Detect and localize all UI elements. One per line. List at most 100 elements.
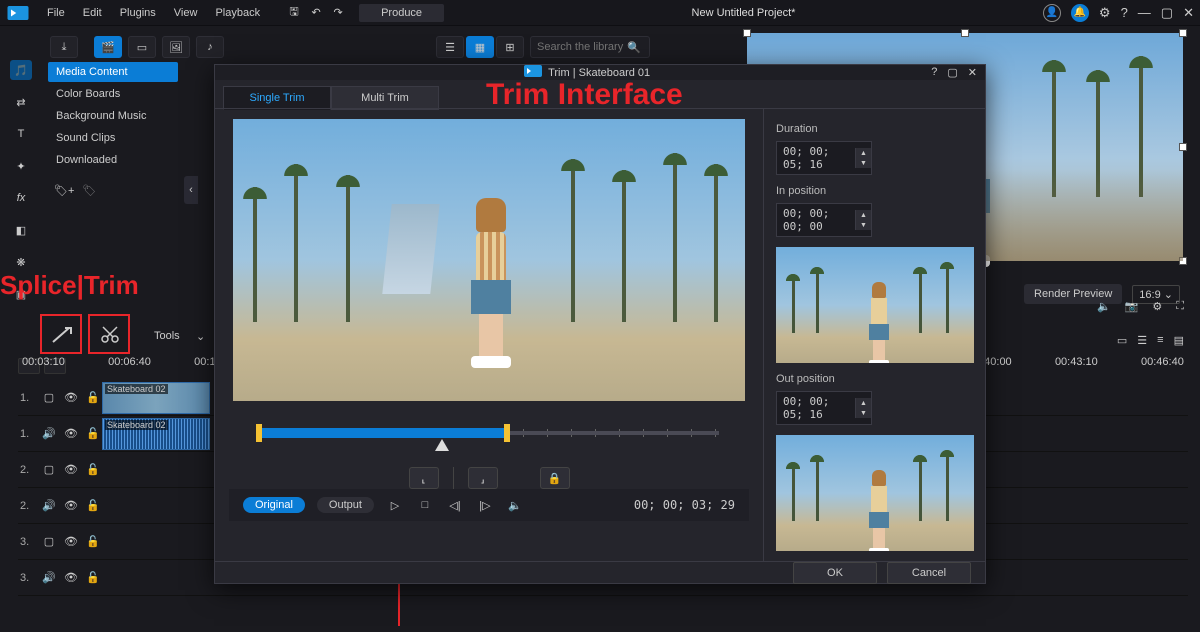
collapse-panel-icon[interactable]: ‹ (184, 176, 198, 204)
play-icon[interactable]: ▷ (386, 499, 404, 512)
clip-audio-1[interactable]: Skateboard 02 (102, 418, 210, 450)
lock-icon[interactable]: 🔓 (86, 463, 100, 476)
preview-settings-icon[interactable]: ⚙ (1152, 300, 1162, 313)
eye-icon[interactable]: 👁 (64, 535, 78, 548)
dialog-help-icon[interactable]: ? (931, 66, 937, 79)
room-effect-icon[interactable]: ✦ (10, 156, 32, 176)
ok-button[interactable]: OK (793, 562, 877, 584)
lock-icon[interactable]: 🔓 (86, 571, 100, 584)
in-position-field[interactable]: 00; 00; 00; 00 ▲▼ (776, 203, 872, 237)
tab-multi-trim[interactable]: Multi Trim (331, 86, 439, 110)
close-icon[interactable]: ✕ (1183, 5, 1194, 21)
room-particle-icon[interactable]: ❋ (10, 252, 32, 272)
view-detail-icon[interactable]: ⊞ (496, 36, 524, 58)
room-media-icon[interactable]: 🎵 (10, 60, 32, 80)
prev-frame-icon[interactable]: ◁| (446, 499, 464, 512)
category-background-music[interactable]: Background Music (48, 106, 178, 126)
menu-playback[interactable]: Playback (206, 7, 269, 19)
minimize-icon[interactable]: — (1138, 5, 1151, 20)
menu-plugins[interactable]: Plugins (111, 7, 165, 19)
maximize-icon[interactable]: ▢ (1161, 5, 1173, 21)
tab-single-trim[interactable]: Single Trim (223, 86, 331, 110)
tools-chevron-icon[interactable]: ⌄ (196, 330, 205, 343)
trim-tool-icon[interactable] (96, 322, 124, 346)
save-icon[interactable]: 🖫 (283, 3, 305, 22)
eye-icon[interactable]: 👁 (64, 391, 78, 404)
trim-range[interactable] (259, 428, 507, 438)
undo-icon[interactable]: ↶ (305, 6, 327, 19)
spin-down-icon[interactable]: ▼ (855, 408, 871, 418)
search-input[interactable] (537, 41, 627, 53)
dialog-maximize-icon[interactable]: ▢ (947, 66, 957, 79)
track-view-1-icon[interactable]: ▭ (1117, 334, 1127, 347)
lock-icon[interactable]: 🔓 (86, 391, 100, 404)
category-sound-clips[interactable]: Sound Clips (48, 128, 178, 148)
duration-field[interactable]: 00; 00; 05; 16 ▲▼ (776, 141, 872, 175)
search-icon[interactable]: 🔍 (627, 41, 641, 54)
view-list-icon[interactable]: ☰ (436, 36, 464, 58)
redo-icon[interactable]: ↷ (327, 6, 349, 19)
filter-media-icon[interactable]: 🎬 (94, 36, 122, 58)
lock-icon[interactable]: 🔓 (86, 427, 100, 440)
category-color-boards[interactable]: Color Boards (48, 84, 178, 104)
room-transition-icon[interactable]: ⇄ (10, 92, 32, 112)
snapshot-icon[interactable]: 📷 (1125, 300, 1139, 313)
menu-edit[interactable]: Edit (74, 7, 111, 19)
room-title-icon[interactable]: T (10, 124, 32, 144)
import-icon[interactable]: ⤓ (50, 36, 78, 58)
account-icon[interactable]: 👤 (1043, 4, 1061, 22)
spin-up-icon[interactable]: ▲ (855, 398, 871, 408)
produce-button[interactable]: Produce (359, 4, 444, 22)
out-handle[interactable] (504, 424, 510, 442)
tag-manage-icon[interactable]: 🏷 (82, 184, 96, 197)
cancel-button[interactable]: Cancel (887, 562, 971, 584)
dialog-close-icon[interactable]: ✕ (968, 66, 977, 79)
trim-preview[interactable] (233, 119, 745, 401)
eye-icon[interactable]: 👁 (64, 463, 78, 476)
out-position-field[interactable]: 00; 00; 05; 16 ▲▼ (776, 391, 872, 425)
tools-dropdown[interactable]: Tools (154, 330, 180, 342)
eye-icon[interactable]: 👁 (64, 427, 78, 440)
volume-icon[interactable]: 🔈 (1097, 300, 1111, 313)
spin-up-icon[interactable]: ▲ (855, 148, 871, 158)
mark-out-icon[interactable]: ⸥ (468, 467, 498, 489)
splice-tool-icon[interactable] (48, 322, 76, 346)
clip-video-1[interactable]: Skateboard 02 (102, 382, 210, 414)
view-grid-icon[interactable]: ▦ (466, 36, 494, 58)
menu-file[interactable]: File (38, 7, 74, 19)
lock-duration-icon[interactable]: 🔒 (540, 467, 570, 489)
stop-icon[interactable]: □ (416, 499, 434, 511)
eye-icon[interactable]: 👁 (64, 499, 78, 512)
filter-audio-icon[interactable]: ♪ (196, 36, 224, 58)
category-downloaded[interactable]: Downloaded (48, 150, 178, 170)
help-icon[interactable]: ? (1121, 5, 1128, 20)
eye-icon[interactable]: 👁 (64, 571, 78, 584)
menu-view[interactable]: View (165, 7, 207, 19)
footer-tab-original[interactable]: Original (243, 497, 305, 513)
mark-in-icon[interactable]: ⸤ (409, 467, 439, 489)
next-frame-icon[interactable]: |▷ (476, 499, 494, 512)
track-view-4-icon[interactable]: ▤ (1174, 334, 1184, 347)
tag-add-icon[interactable]: 🏷+ (54, 184, 74, 197)
footer-tab-output[interactable]: Output (317, 497, 374, 513)
trim-volume-icon[interactable]: 🔈 (506, 499, 524, 512)
filter-image-icon[interactable]: 🖼 (162, 36, 190, 58)
filter-video-icon[interactable]: ▭ (128, 36, 156, 58)
in-handle[interactable] (256, 424, 262, 442)
trim-slider[interactable] (229, 425, 749, 459)
trim-playhead[interactable] (435, 439, 449, 451)
lock-icon[interactable]: 🔓 (86, 535, 100, 548)
spin-up-icon[interactable]: ▲ (855, 210, 871, 220)
library-search[interactable]: 🔍 (530, 36, 650, 58)
fullscreen-icon[interactable]: ⛶ (1176, 300, 1184, 313)
lock-icon[interactable]: 🔓 (86, 499, 100, 512)
track-view-2-icon[interactable]: ☰ (1137, 334, 1147, 347)
room-overlay-icon[interactable]: ◧ (10, 220, 32, 240)
spin-down-icon[interactable]: ▼ (855, 158, 871, 168)
spin-down-icon[interactable]: ▼ (855, 220, 871, 230)
notifications-icon[interactable]: 🔔 (1071, 4, 1089, 22)
room-fx-icon[interactable]: fx (10, 188, 32, 208)
category-media-content[interactable]: Media Content (48, 62, 178, 82)
track-view-3-icon[interactable]: ≡ (1157, 334, 1163, 347)
settings-icon[interactable]: ⚙ (1099, 5, 1111, 21)
